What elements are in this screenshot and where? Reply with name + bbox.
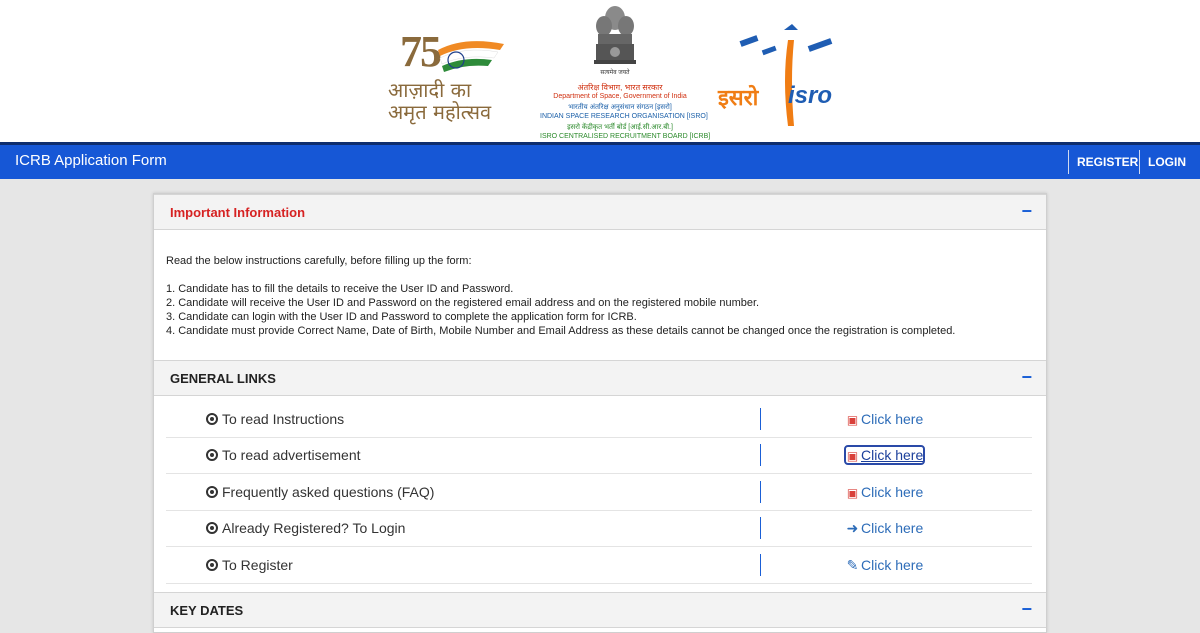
circle-dot-icon bbox=[206, 486, 218, 498]
login-link[interactable]: LOGIN bbox=[1148, 155, 1186, 169]
nav-divider bbox=[1068, 150, 1069, 174]
key-dates-title: KEY DATES bbox=[170, 603, 244, 618]
instructions-intro: Read the below instructions carefully, b… bbox=[166, 255, 472, 267]
register-click-here-link[interactable]: ✎ Click here bbox=[846, 557, 924, 574]
sign-in-icon: ➜ bbox=[846, 520, 859, 536]
app-title: ICRB Application Form bbox=[15, 152, 167, 169]
register-link[interactable]: REGISTER bbox=[1077, 155, 1138, 169]
circle-dot-icon bbox=[206, 559, 218, 571]
important-info-header[interactable]: Important Information − bbox=[154, 194, 1046, 230]
collapse-icon[interactable]: − bbox=[1021, 367, 1032, 388]
link-row-label: To read Instructions bbox=[222, 411, 345, 427]
main-panel: Important Information − Read the below i… bbox=[153, 193, 1047, 633]
government-emblem-logo: सत्यमेव जयते अंतरिक्ष विभाग, भारत सरकार … bbox=[540, 2, 711, 142]
emblem-text-5: इसरो केंद्रीकृत भर्ती बोर्ड [आई.सी.आर.बी… bbox=[567, 124, 673, 131]
key-dates-header[interactable]: KEY DATES − bbox=[154, 592, 1046, 628]
link-row-register: To Register ✎ Click here bbox=[166, 548, 1032, 584]
isro-rocket-icon bbox=[739, 24, 833, 126]
link-row-label: Already Registered? To Login bbox=[222, 520, 406, 536]
link-row-login: Already Registered? To Login ➜ Click here bbox=[166, 511, 1032, 547]
emblem-motto: सत्यमेव जयते bbox=[600, 70, 630, 76]
advertisement-click-here-link[interactable]: ▣ Click here bbox=[843, 445, 926, 465]
instruction-item: 3. Candidate can login with the User ID … bbox=[166, 311, 637, 323]
row-divider bbox=[760, 444, 761, 466]
link-row-label: To Register bbox=[222, 557, 293, 573]
azadi-ka-amrit-mahotsav-logo: 75 आज़ादी का अमृत महोत्सव bbox=[386, 26, 526, 124]
general-links-header[interactable]: GENERAL LINKS − bbox=[154, 360, 1046, 396]
important-info-title: Important Information bbox=[170, 205, 306, 220]
emblem-text-4: INDIAN SPACE RESEARCH ORGANISATION [ISRO… bbox=[540, 113, 708, 120]
emblem-text-2: Department of Space, Government of India bbox=[553, 93, 687, 100]
link-row-faq: Frequently asked questions (FAQ) ▣ Click … bbox=[166, 475, 1032, 511]
link-row-instructions: To read Instructions ▣ Click here bbox=[166, 402, 1032, 438]
edit-icon: ✎ bbox=[846, 557, 859, 573]
circle-dot-icon bbox=[206, 413, 218, 425]
pdf-icon: ▣ bbox=[846, 449, 859, 463]
ashoka-emblem-icon bbox=[594, 6, 636, 64]
top-navbar: ICRB Application Form REGISTER LOGIN bbox=[0, 142, 1200, 179]
logo-line-2: अमृत महोत्सव bbox=[388, 100, 492, 124]
pdf-icon: ▣ bbox=[846, 486, 859, 500]
tricolor-flag-icon bbox=[438, 41, 504, 72]
login-click-here-link[interactable]: ➜ Click here bbox=[846, 520, 924, 537]
collapse-icon[interactable]: − bbox=[1021, 201, 1032, 222]
pdf-icon: ▣ bbox=[846, 413, 859, 427]
isro-english-text: isro bbox=[788, 82, 833, 109]
link-row-label: Frequently asked questions (FAQ) bbox=[222, 484, 435, 500]
link-row-label: To read advertisement bbox=[222, 447, 361, 463]
emblem-text-3: भारतीय अंतरिक्ष अनुसंधान संगठन [इसरो] bbox=[568, 104, 672, 111]
important-info-body: Read the below instructions carefully, b… bbox=[166, 254, 1036, 338]
emblem-text-6: ISRO CENTRALISED RECRUITMENT BOARD [ICRB… bbox=[540, 133, 711, 140]
faq-click-here-link[interactable]: ▣ Click here bbox=[846, 484, 923, 500]
logo-header: 75 आज़ादी का अमृत महोत्सव सत्यमेव जयते अ… bbox=[0, 0, 1200, 142]
instruction-item: 2. Candidate will receive the User ID an… bbox=[166, 297, 760, 309]
instruction-item: 1. Candidate has to fill the details to … bbox=[166, 283, 514, 295]
isro-hindi-text: इसरो bbox=[718, 85, 759, 110]
circle-dot-icon bbox=[206, 522, 218, 534]
row-divider bbox=[760, 554, 761, 576]
row-divider bbox=[760, 481, 761, 503]
row-divider bbox=[760, 408, 761, 430]
instructions-click-here-link[interactable]: ▣ Click here bbox=[846, 411, 923, 427]
link-row-advertisement: To read advertisement ▣ Click here bbox=[166, 438, 1032, 474]
emblem-text-1: अंतरिक्ष विभाग, भारत सरकार bbox=[577, 83, 663, 92]
nav-divider bbox=[1139, 150, 1140, 174]
collapse-icon[interactable]: − bbox=[1021, 599, 1032, 620]
circle-dot-icon bbox=[206, 449, 218, 461]
general-links-title: GENERAL LINKS bbox=[170, 371, 276, 386]
isro-logo: इसरो isro bbox=[716, 20, 846, 130]
instruction-item: 4. Candidate must provide Correct Name, … bbox=[166, 325, 956, 337]
row-divider bbox=[760, 517, 761, 539]
